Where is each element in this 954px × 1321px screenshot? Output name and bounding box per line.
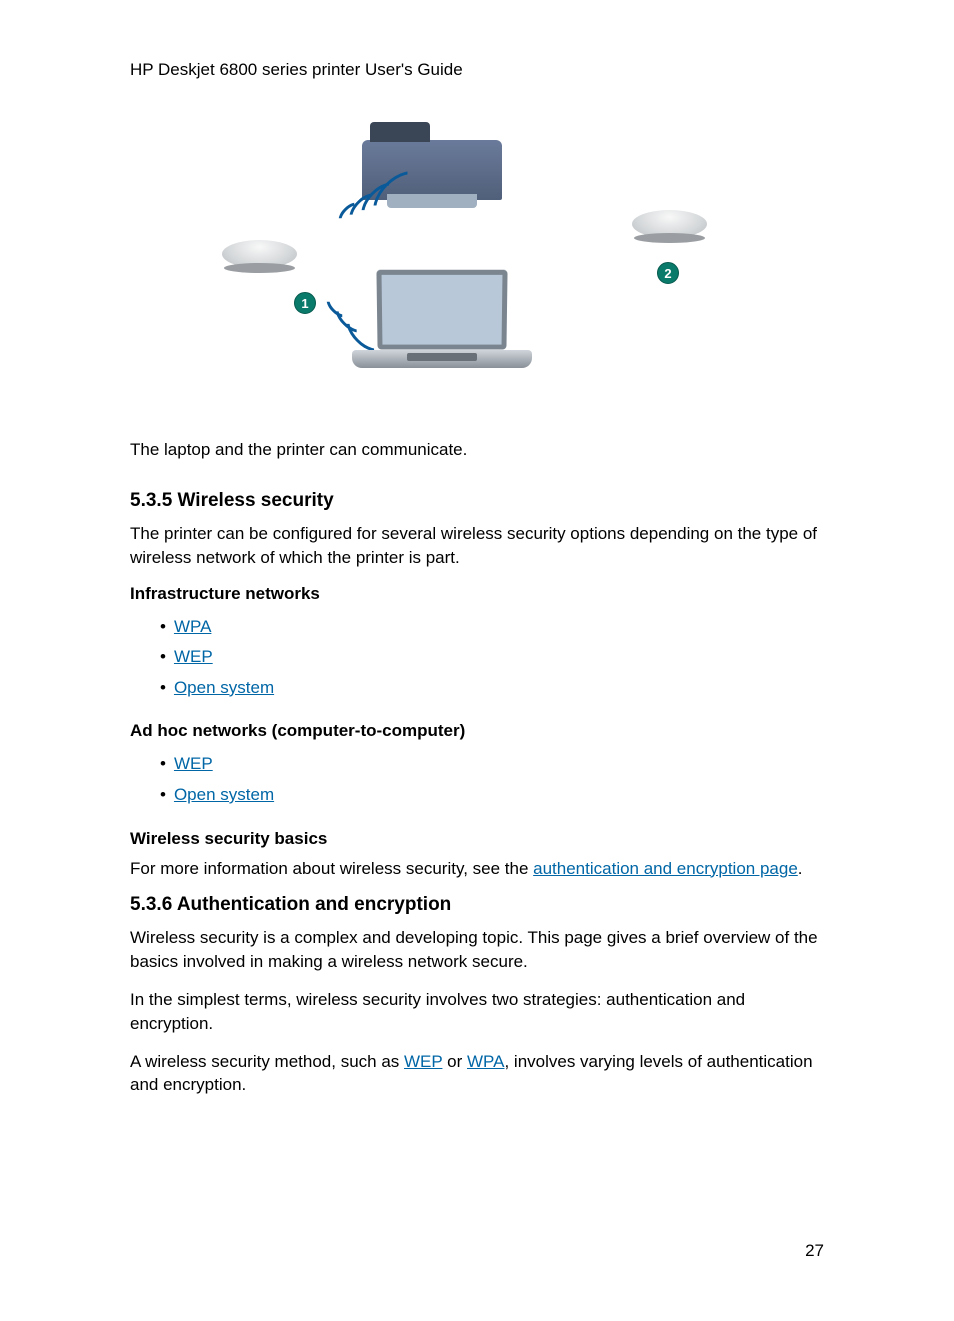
laptop-icon: [352, 270, 532, 390]
list-item: WEP: [160, 642, 824, 673]
wep-link[interactable]: WEP: [174, 754, 213, 773]
wep-link[interactable]: WEP: [404, 1052, 442, 1071]
callout-marker-1: 1: [294, 292, 316, 314]
section-5-3-5-heading: 5.3.5 Wireless security: [130, 490, 824, 512]
section-5-3-6-p3: A wireless security method, such as WEP …: [130, 1050, 824, 1098]
open-system-link[interactable]: Open system: [174, 785, 274, 804]
list-item: WEP: [160, 749, 824, 780]
auth-encryption-link[interactable]: authentication and encryption page: [533, 859, 798, 878]
section-5-3-6-p1: Wireless security is a complex and devel…: [130, 926, 824, 974]
infrastructure-networks-list: WPA WEP Open system: [160, 612, 824, 704]
figure-caption: The laptop and the printer can communica…: [130, 440, 824, 460]
section-5-3-6-p2: In the simplest terms, wireless security…: [130, 988, 824, 1036]
adhoc-networks-list: WEP Open system: [160, 749, 824, 810]
wireless-hub-icon: [222, 240, 297, 275]
text-fragment: For more information about wireless secu…: [130, 859, 533, 878]
callout-marker-2: 2: [657, 262, 679, 284]
adhoc-networks-heading: Ad hoc networks (computer-to-computer): [130, 721, 824, 741]
wep-link[interactable]: WEP: [174, 647, 213, 666]
wireless-hub-icon: [632, 210, 732, 238]
isolated-hub-diagram: 2: [632, 210, 732, 300]
infrastructure-networks-heading: Infrastructure networks: [130, 584, 824, 604]
text-fragment: .: [798, 859, 803, 878]
list-item: Open system: [160, 780, 824, 811]
text-fragment: A wireless security method, such as: [130, 1052, 404, 1071]
wpa-link[interactable]: WPA: [174, 617, 211, 636]
connected-network-diagram: 1: [222, 120, 542, 390]
wireless-basics-text: For more information about wireless secu…: [130, 857, 824, 881]
page-number: 27: [805, 1241, 824, 1261]
list-item: WPA: [160, 612, 824, 643]
text-fragment: or: [442, 1052, 467, 1071]
list-item: Open system: [160, 673, 824, 704]
section-5-3-5-intro: The printer can be configured for severa…: [130, 522, 824, 570]
wireless-basics-heading: Wireless security basics: [130, 829, 824, 849]
page-header: HP Deskjet 6800 series printer User's Gu…: [130, 60, 824, 80]
network-diagram-figure: 1 2: [130, 120, 824, 390]
section-5-3-6-heading: 5.3.6 Authentication and encryption: [130, 894, 824, 916]
open-system-link[interactable]: Open system: [174, 678, 274, 697]
wpa-link[interactable]: WPA: [467, 1052, 504, 1071]
